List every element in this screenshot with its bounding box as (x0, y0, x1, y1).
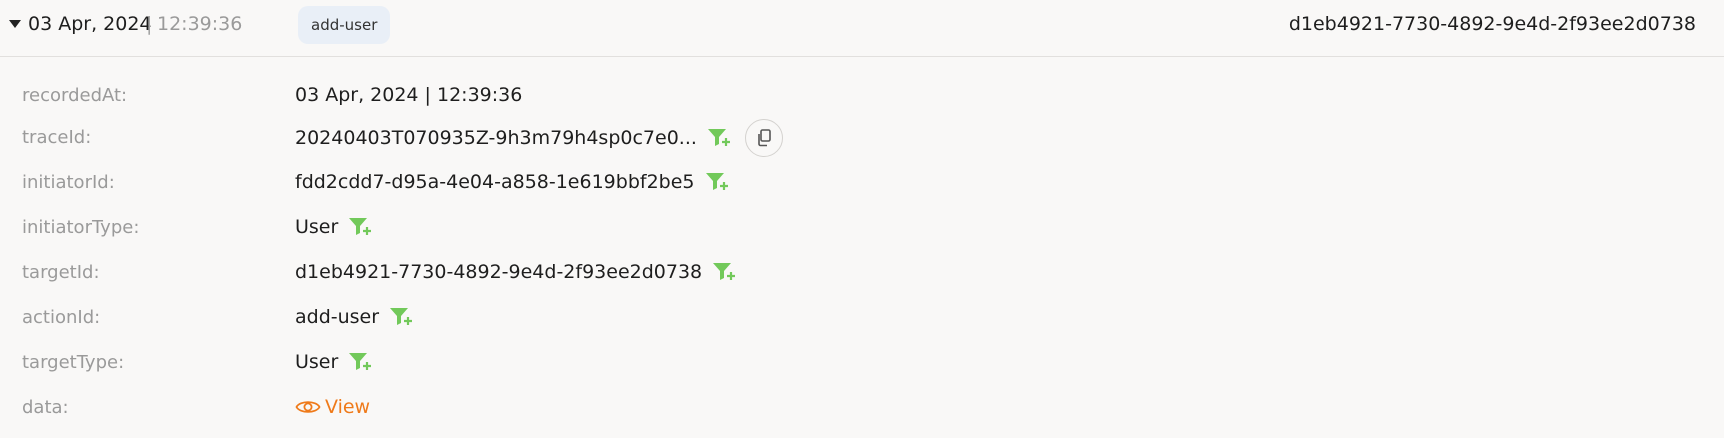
entry-target-id: d1eb4921-7730-4892-9e4d-2f93ee2d0738 (1288, 13, 1696, 35)
filter-plus-icon[interactable] (348, 351, 372, 373)
field-row-data: data: View (0, 388, 1724, 428)
filter-plus-icon[interactable] (712, 261, 736, 283)
initiator-id-text: fdd2cdd7-d95a-4e04-a858-1e619bbf2be5 (295, 171, 695, 193)
date-time-separator: | (146, 13, 153, 35)
field-value-trace-id: 20240403T070935Z-9h3m79h4sp0c7e0... (295, 118, 783, 158)
field-row-trace-id: traceId: 20240403T070935Z-9h3m79h4sp0c7e… (0, 118, 1724, 158)
field-row-target-type: targetType: User (0, 343, 1724, 383)
field-row-initiator-type: initiatorType: User (0, 208, 1724, 248)
field-value-recorded-at: 03 Apr, 2024 | 12:39:36 (295, 84, 522, 106)
filter-plus-icon[interactable] (348, 216, 372, 238)
field-label-target-id: targetId: (22, 262, 100, 283)
filter-plus-icon[interactable] (389, 306, 413, 328)
field-label-target-type: targetType: (22, 352, 125, 373)
view-data-link[interactable]: View (295, 396, 370, 418)
field-value-initiator-id: fdd2cdd7-d95a-4e04-a858-1e619bbf2be5 (295, 171, 729, 193)
field-row-recorded-at: recordedAt: 03 Apr, 2024 | 12:39:36 (0, 76, 1724, 116)
copy-icon (758, 129, 771, 147)
field-value-target-id: d1eb4921-7730-4892-9e4d-2f93ee2d0738 (295, 261, 736, 283)
target-type-text: User (295, 351, 339, 373)
action-id-text: add-user (295, 306, 380, 328)
view-link-label: View (325, 396, 371, 418)
caret-down-icon[interactable] (9, 20, 21, 28)
field-value-initiator-type: User (295, 216, 372, 238)
field-label-initiator-id: initiatorId: (22, 172, 115, 193)
trace-id-text[interactable]: 20240403T070935Z-9h3m79h4sp0c7e0... (295, 127, 697, 149)
filter-plus-icon[interactable] (707, 127, 731, 149)
copy-button[interactable] (744, 119, 783, 157)
field-label-initiator-type: initiatorType: (22, 217, 140, 238)
log-entry-header[interactable]: 03 Apr, 2024 | 12:39:36 add-user d1eb492… (0, 0, 1724, 57)
entry-time: 12:39:36 (157, 13, 243, 35)
field-row-target-id: targetId: d1eb4921-7730-4892-9e4d-2f93ee… (0, 253, 1724, 293)
field-row-action-id: actionId: add-user (0, 298, 1724, 338)
field-label-trace-id: traceId: (22, 127, 92, 148)
field-label-data: data: (22, 397, 69, 418)
target-id-text: d1eb4921-7730-4892-9e4d-2f93ee2d0738 (295, 261, 703, 283)
field-value-target-type: User (295, 351, 372, 373)
entry-date: 03 Apr, 2024 (28, 13, 152, 35)
eye-icon (295, 401, 321, 413)
field-label-action-id: actionId: (22, 307, 101, 328)
field-label-recorded-at: recordedAt: (22, 85, 128, 106)
field-row-initiator-id: initiatorId: fdd2cdd7-d95a-4e04-a858-1e6… (0, 163, 1724, 203)
filter-plus-icon[interactable] (705, 171, 729, 193)
recorded-at-text: 03 Apr, 2024 | 12:39:36 (295, 84, 523, 106)
action-chip: add-user (298, 6, 391, 44)
field-value-data: View (295, 396, 370, 418)
field-value-action-id: add-user (295, 306, 413, 328)
initiator-type-text: User (295, 216, 339, 238)
